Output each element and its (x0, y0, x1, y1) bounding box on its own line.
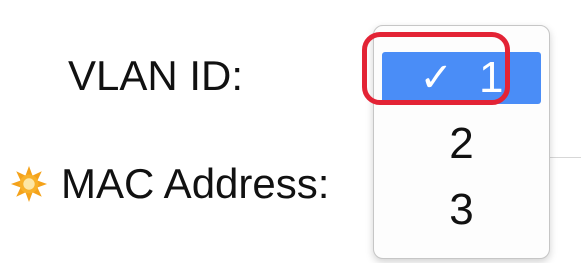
mac-address-label: MAC Address: (61, 160, 330, 207)
option-label: 3 (449, 185, 474, 234)
option-label: 2 (449, 119, 474, 168)
vlan-option-3[interactable]: 3 (382, 184, 541, 236)
checkmark-icon: ✓ (419, 56, 454, 100)
vlan-option-1[interactable]: ✓ 1 (382, 52, 541, 104)
option-label: 1 (479, 53, 504, 102)
vlan-option-2[interactable]: 2 (382, 118, 541, 170)
required-star-icon (10, 165, 48, 203)
vlan-id-dropdown-menu[interactable]: ✓ 1 2 3 (373, 25, 550, 259)
mac-address-row: MAC Address: (10, 163, 329, 205)
vlan-id-label: VLAN ID: (68, 52, 244, 99)
